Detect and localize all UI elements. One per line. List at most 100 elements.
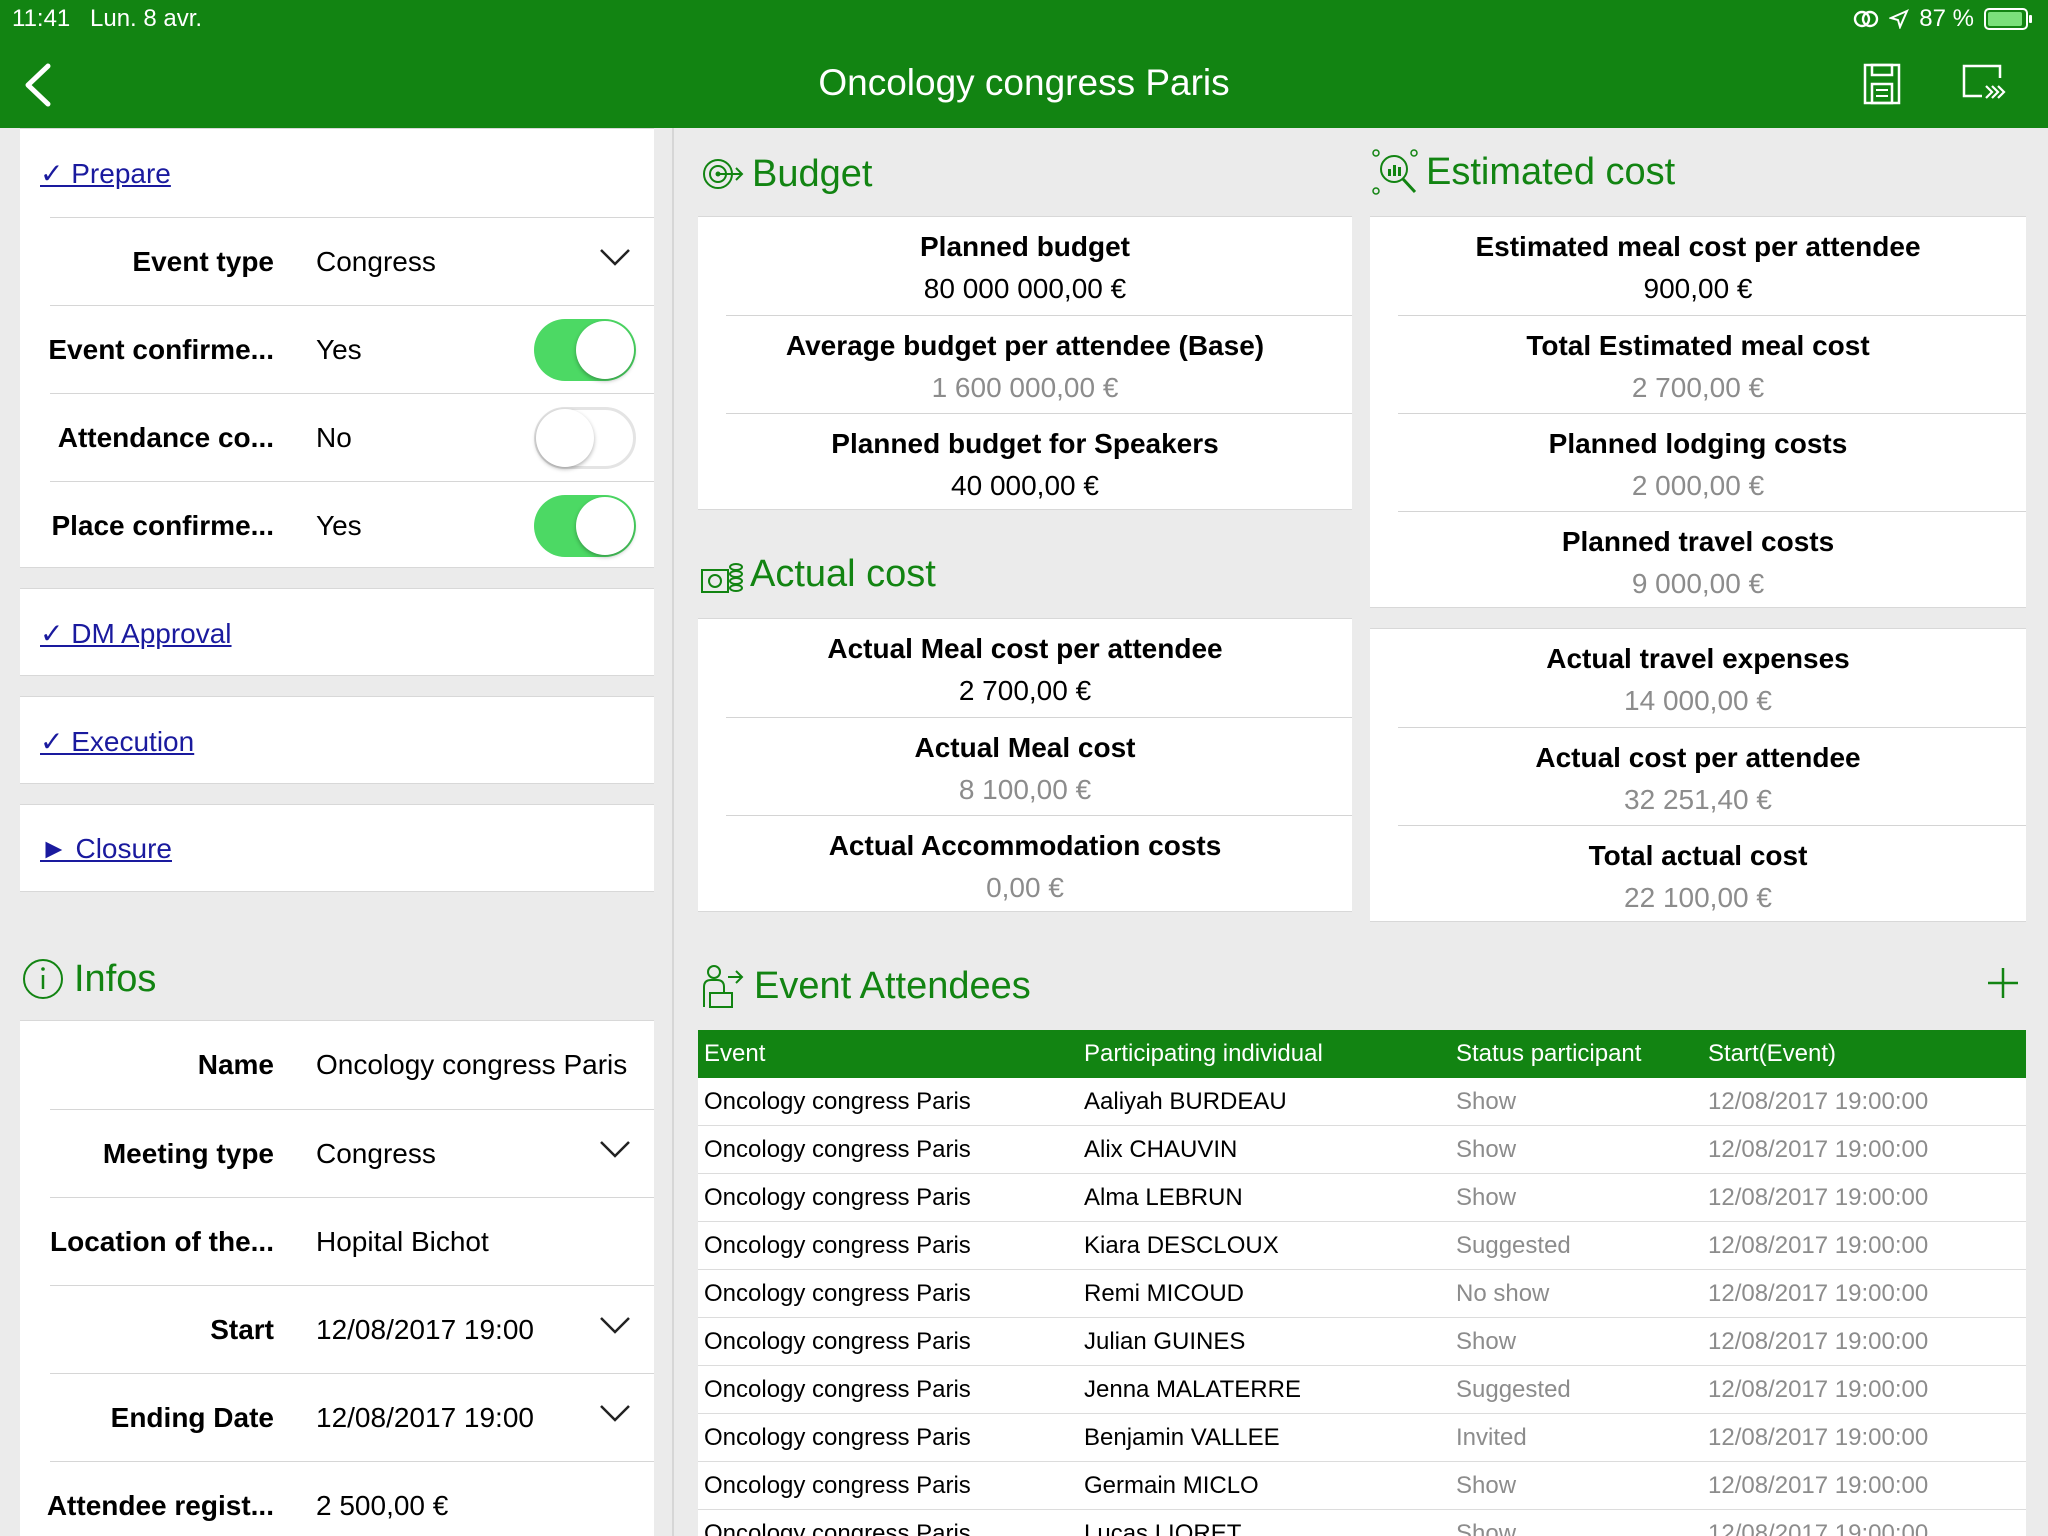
ending-date-row[interactable]: Ending Date 12/08/2017 19:00 [50,1373,654,1461]
actual-totals-card: Actual travel expenses 14 000,00 € Actua… [1370,628,2026,922]
metric-value: 32 251,40 € [1624,784,1772,815]
left-panel: ✓ Prepare Event type Congress Event conf… [0,128,674,1536]
metric-planned-travel: Planned travel costs 9 000,00 € [1398,511,2026,609]
column-header-participant[interactable]: Participating individual [1084,1030,1323,1078]
metric-average-budget: Average budget per attendee (Base) 1 600… [726,315,1352,413]
table-row[interactable]: Oncology congress Paris Julian GUINES Show… [698,1318,2026,1366]
metric-value: 8 100,00 € [958,774,1092,805]
infos-card: Name Oncology congress Paris Meeting typ… [20,1020,654,1536]
cell-start: 12/08/2017 19:00:00 [1708,1376,1929,1403]
cell-event: Oncology congress Paris [704,1472,971,1499]
table-row[interactable]: Oncology congress Paris Aaliyah BURDEAU Sh… [698,1078,2026,1126]
table-row[interactable]: Oncology congress Paris Benjamin VALLEE In… [698,1414,2026,1462]
cell-status: Show [1456,1520,1517,1536]
cell-status: Suggested [1456,1232,1571,1259]
metric-value: 2 000,00 € [1631,470,1765,501]
ending-date-label: Ending Date [110,1402,274,1433]
attendance-toggle[interactable] [534,407,636,469]
column-header-event[interactable]: Event [704,1030,765,1078]
table-row[interactable]: Oncology congress Paris Lucas LIORET Show 1… [698,1510,2026,1536]
cell-status: Show [1456,1136,1517,1163]
location-value: Hopital Bichot [316,1226,489,1257]
attendee-registration-row[interactable]: Attendee regist... 2 500,00 € [47,1461,654,1536]
info-icon [23,959,63,999]
add-attendee-button[interactable] [1986,966,2020,1000]
status-indicators: 87 % [1853,5,2032,33]
place-confirmed-toggle[interactable] [534,495,636,557]
table-header: Event Participating individual Status pa… [698,1030,2026,1078]
cell-participant: Kiara DESCLOUX [1084,1232,1279,1259]
metric-label: Planned lodging costs [1548,428,1848,459]
chevron-down-icon[interactable] [598,1138,632,1160]
metric-actual-cost-per-attendee: Actual cost per attendee 32 251,40 € [1398,727,2026,825]
meeting-type-row[interactable]: Meeting type Congress [50,1109,654,1197]
actual-cost-card: Actual Meal cost per attendee 2 700,00 €… [698,618,1352,912]
metric-label: Actual cost per attendee [1535,742,1861,773]
table-row[interactable]: Oncology congress Paris Alix CHAUVIN Show 1… [698,1126,2026,1174]
location-row[interactable]: Location of the... Hopital Bichot [50,1197,654,1285]
cell-start: 12/08/2017 19:00:00 [1708,1472,1929,1499]
chevron-down-icon[interactable] [598,1402,632,1424]
event-type-row[interactable]: Event type Congress [50,217,654,305]
share-screen-button[interactable] [1960,62,2008,106]
closure-section-link[interactable]: ► Closure [40,833,172,865]
cast-icon [1962,64,2006,99]
chevron-down-icon[interactable] [598,1314,632,1336]
cell-participant: Julian GUINES [1084,1328,1246,1355]
table-row[interactable]: Oncology congress Paris Jenna MALATERRE Su… [698,1366,2026,1414]
attendee-registration-value: 2 500,00 € [316,1490,449,1521]
start-label: Start [210,1314,274,1345]
save-button[interactable] [1862,62,1902,106]
attendance-value: No [316,422,352,453]
name-row[interactable]: Name Oncology congress Paris [50,1021,654,1109]
execution-section-link[interactable]: ✓ Execution [40,725,194,758]
budget-card: Planned budget 80 000 000,00 € Average b… [698,216,1352,510]
top-bar: 11:41 Lun. 8 avr. 87 % Oncology congress… [0,0,2048,128]
metric-value: 80 000 000,00 € [923,273,1127,304]
estimated-cost-card: Estimated meal cost per attendee 900,00 … [1370,216,2026,608]
cell-status: Show [1456,1472,1517,1499]
budget-header: Budget [698,148,872,200]
metric-label: Estimated meal cost per attendee [1475,231,1921,262]
cell-status: Show [1456,1088,1517,1115]
chevron-down-icon[interactable] [598,246,632,268]
cell-status: Suggested [1456,1376,1571,1403]
metric-actual-meal: Actual Meal cost 8 100,00 € [726,717,1352,815]
estimated-cost-title: Estimated cost [1426,150,1676,193]
presenter-icon [703,965,744,1008]
budget-title: Budget [752,152,873,195]
start-value: 12/08/2017 19:00 [316,1314,534,1345]
metric-planned-lodging: Planned lodging costs 2 000,00 € [1398,413,2026,511]
column-header-status[interactable]: Status participant [1456,1030,1641,1078]
cell-participant: Germain MICLO [1084,1472,1259,1499]
location-icon [1889,9,1910,29]
table-row[interactable]: Oncology congress Paris Kiara DESCLOUX Sug… [698,1222,2026,1270]
dm-approval-card: ✓ DM Approval [20,588,654,676]
cell-participant: Jenna MALATERRE [1084,1376,1301,1403]
metric-label: Actual Meal cost per attendee [827,633,1223,664]
cell-event: Oncology congress Paris [704,1088,971,1115]
metric-actual-travel: Actual travel expenses 14 000,00 € [1398,629,2026,727]
cell-event: Oncology congress Paris [704,1328,971,1355]
metric-actual-meal-per-attendee: Actual Meal cost per attendee 2 700,00 € [726,619,1352,717]
start-row[interactable]: Start 12/08/2017 19:00 [50,1285,654,1373]
prepare-section-link[interactable]: ✓ Prepare [40,157,171,190]
table-row[interactable]: Oncology congress Paris Alma LEBRUN Show 12… [698,1174,2026,1222]
attendees-header: Event Attendees [698,960,1031,1012]
metric-value: 2 700,00 € [958,675,1092,706]
column-header-start[interactable]: Start(Event) [1708,1030,1836,1078]
place-confirmed-label: Place confirme... [51,510,274,541]
table-row[interactable]: Oncology congress Paris Germain MICLO Show… [698,1462,2026,1510]
table-row[interactable]: Oncology congress Paris Remi MICOUD No sho… [698,1270,2026,1318]
attendance-row: Attendance co... No [50,393,654,481]
money-stack-icon [701,563,743,593]
actual-cost-header: Actual cost [698,548,936,600]
cell-status: Invited [1456,1424,1527,1451]
cell-start: 12/08/2017 19:00:00 [1708,1520,1929,1536]
metric-planned-budget: Planned budget 80 000 000,00 € [726,217,1352,315]
event-confirmed-toggle[interactable] [534,319,636,381]
metric-value: 9 000,00 € [1631,568,1765,599]
metric-speakers-budget: Planned budget for Speakers 40 000,00 € [726,413,1352,511]
dm-approval-section-link[interactable]: ✓ DM Approval [40,617,232,650]
location-label: Location of the... [50,1226,274,1257]
